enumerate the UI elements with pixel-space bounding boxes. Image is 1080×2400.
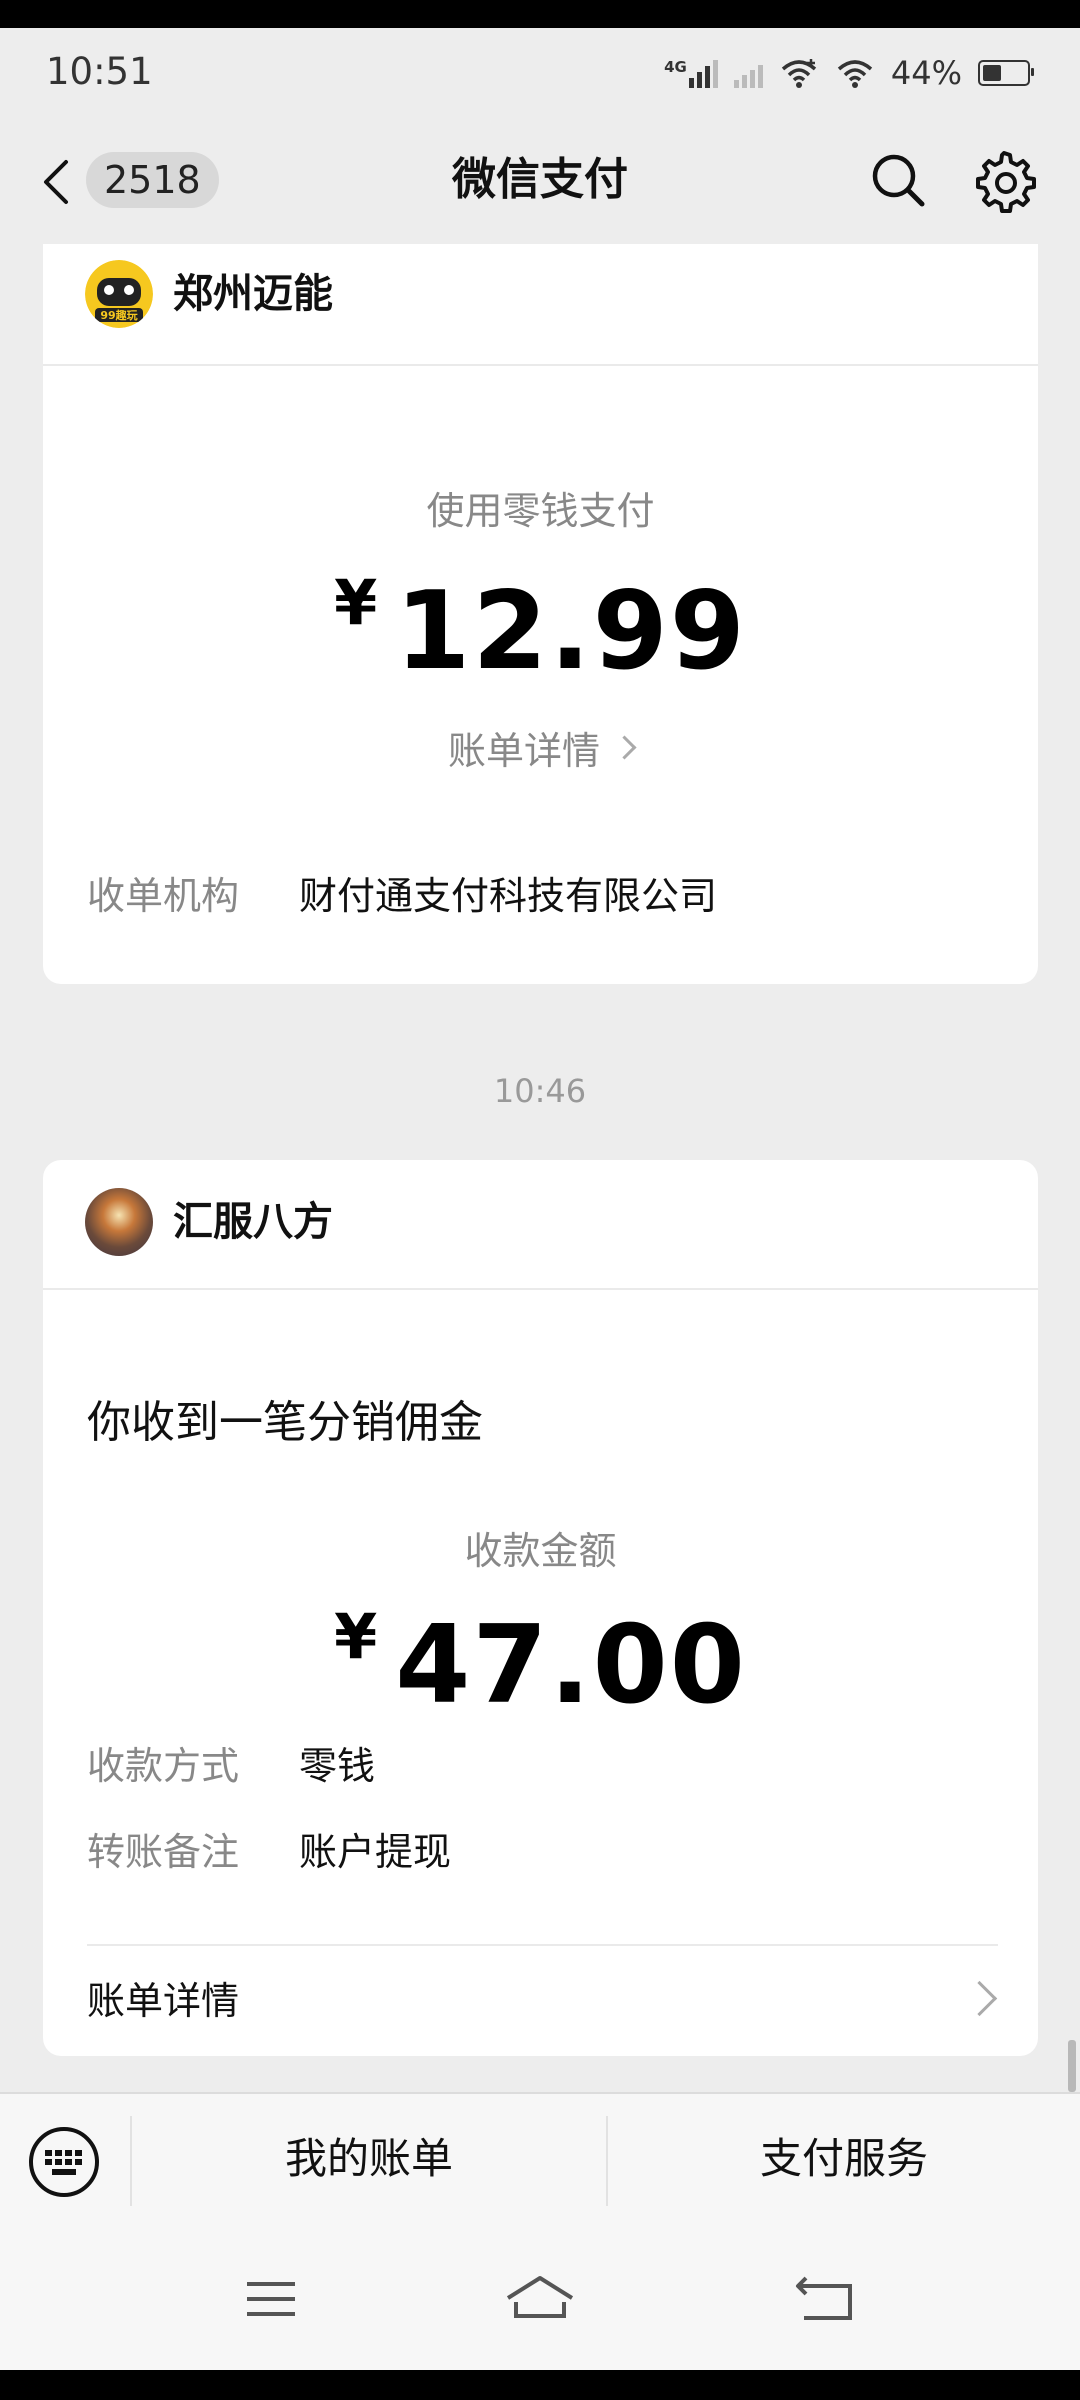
- network-type: 4G: [664, 58, 687, 76]
- amount-value: 47.00: [395, 1603, 747, 1728]
- top-bezel: [0, 0, 1080, 28]
- gear-icon[interactable]: [972, 148, 1040, 216]
- amount: ¥12.99: [43, 566, 1038, 694]
- method-label: 收款方式: [87, 1744, 240, 1788]
- merchant-avatar: 99趣玩: [85, 260, 153, 328]
- acquirer-label: 收单机构: [87, 874, 240, 918]
- back-icon[interactable]: [784, 2264, 864, 2334]
- acquirer-row: 收单机构 财付通支付科技有限公司: [87, 868, 717, 924]
- chevron-right-icon: [961, 1980, 998, 2017]
- card-header: 99趣玩 郑州迈能: [43, 244, 1038, 366]
- note-label: 转账备注: [87, 1830, 240, 1874]
- merchant-name: 汇服八方: [173, 1199, 333, 1245]
- home-icon[interactable]: [500, 2264, 580, 2334]
- bill-detail-link[interactable]: 账单详情: [43, 720, 1038, 775]
- keyboard-icon[interactable]: [28, 2126, 100, 2198]
- message-timestamp: 10:46: [493, 1072, 587, 1110]
- payment-card-1[interactable]: 99趣玩 郑州迈能 使用零钱支付 ¥12.99 账单详情 收单机构 财付通支付科技…: [43, 244, 1038, 984]
- currency-symbol: ¥: [334, 1600, 378, 1673]
- menu-icon[interactable]: [231, 2264, 311, 2334]
- card-header: 汇服八方: [43, 1160, 1038, 1290]
- cellular-signal-icon: 4G: [664, 58, 718, 88]
- pay-services-button[interactable]: 支付服务: [608, 2094, 1080, 2224]
- battery-icon: [978, 60, 1034, 86]
- header: 2518 微信支付: [0, 118, 1080, 244]
- currency-symbol: ¥: [334, 566, 378, 639]
- amount-value: 12.99: [395, 569, 747, 694]
- chevron-left-icon[interactable]: [36, 154, 76, 210]
- search-icon[interactable]: [866, 148, 930, 212]
- merchant-name: 郑州迈能: [173, 271, 333, 317]
- battery-percent: 44%: [890, 54, 962, 92]
- system-nav-bar: [0, 2222, 1080, 2370]
- merchant-avatar: [85, 1188, 153, 1256]
- bill-detail-label: 账单详情: [447, 729, 600, 773]
- pay-method: 使用零钱支付: [426, 489, 655, 533]
- screen: 10:51 4G 44% 2518 微信支付 99趣玩 郑州迈能 使用零钱支付 …: [0, 0, 1080, 2400]
- bill-detail-row[interactable]: 账单详情: [43, 1946, 1038, 2056]
- avatar-text: 99趣玩: [100, 308, 137, 322]
- note-row: 转账备注 账户提现: [87, 1824, 451, 1880]
- amount: ¥47.00: [43, 1600, 1038, 1728]
- my-bills-button[interactable]: 我的账单: [132, 2094, 606, 2224]
- status-time: 10:51: [46, 50, 153, 93]
- bottom-bezel: [0, 2370, 1080, 2400]
- battery-level: [983, 65, 1001, 81]
- amount-label: 收款金额: [464, 1529, 617, 1573]
- game-controller-icon: 99趣玩: [85, 260, 153, 328]
- wifi-icon: [837, 60, 873, 88]
- note-value: 账户提现: [299, 1830, 452, 1874]
- method-value: 零钱: [299, 1744, 376, 1788]
- unread-count-badge[interactable]: 2518: [86, 152, 219, 208]
- chevron-right-icon: [612, 735, 637, 760]
- bill-detail-label: 账单详情: [87, 1979, 240, 2023]
- wifi-plus-icon: [781, 59, 817, 88]
- cellular-signal-2-icon: [733, 58, 763, 88]
- scrollbar-thumb[interactable]: [1068, 2040, 1076, 2092]
- payment-card-2[interactable]: 汇服八方 你收到一笔分销佣金 收款金额 ¥47.00 收款方式 零钱 转账备注 账户…: [43, 1160, 1038, 2056]
- notice-headline: 你收到一笔分销佣金: [87, 1397, 483, 1448]
- status-bar: 10:51 4G 44%: [0, 28, 1080, 118]
- status-icons: 4G 44%: [664, 54, 1034, 92]
- acquirer-value: 财付通支付科技有限公司: [299, 874, 718, 918]
- bottom-menu: 我的账单 支付服务: [0, 2092, 1080, 2224]
- method-row: 收款方式 零钱: [87, 1738, 375, 1794]
